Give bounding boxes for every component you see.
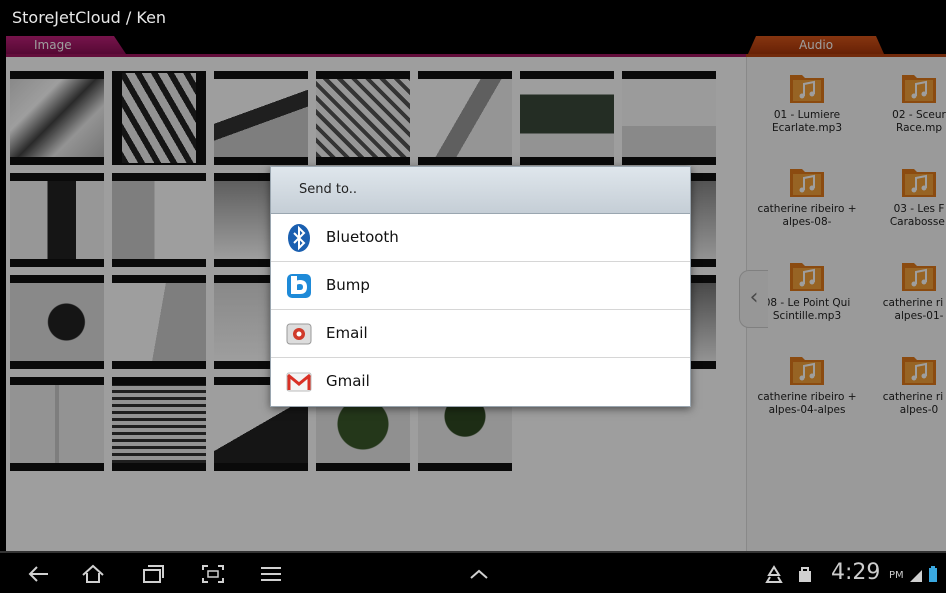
title-bar: StoreJetCloud / Ken xyxy=(0,0,946,36)
chevron-up-icon[interactable] xyxy=(466,563,492,585)
bag-icon[interactable] xyxy=(796,563,814,585)
send-to-dialog: Send to.. Bluetooth Bump Email Gmail xyxy=(270,166,691,407)
option-label: Bluetooth xyxy=(326,228,399,246)
battery-icon xyxy=(929,566,937,582)
dialog-title: Send to.. xyxy=(299,182,357,197)
app-window: StoreJetCloud / Ken Image Audio 01 - Lum… xyxy=(0,0,946,593)
option-label: Bump xyxy=(326,276,370,294)
bluetooth-icon xyxy=(288,224,310,252)
gmail-icon xyxy=(286,372,312,392)
option-gmail[interactable]: Gmail xyxy=(271,358,690,405)
back-icon[interactable] xyxy=(26,563,52,585)
home-icon[interactable] xyxy=(80,563,106,585)
app-title: StoreJetCloud / Ken xyxy=(12,8,167,27)
recent-apps-icon[interactable] xyxy=(140,563,166,585)
recycle-icon[interactable] xyxy=(764,563,784,585)
clock-time: 4:29 xyxy=(831,560,881,585)
email-icon xyxy=(286,323,312,345)
option-email[interactable]: Email xyxy=(271,310,690,358)
option-label: Email xyxy=(326,324,368,342)
screenshot-icon[interactable] xyxy=(200,563,226,585)
clock-ampm: PM xyxy=(889,570,904,581)
bump-icon xyxy=(287,274,311,298)
option-bluetooth[interactable]: Bluetooth xyxy=(271,214,690,262)
system-navbar: 4:29 PM xyxy=(0,551,946,593)
menu-icon[interactable] xyxy=(258,563,284,585)
option-label: Gmail xyxy=(326,372,370,390)
signal-icon xyxy=(910,570,922,582)
dialog-header: Send to.. xyxy=(271,167,690,214)
option-bump[interactable]: Bump xyxy=(271,262,690,310)
